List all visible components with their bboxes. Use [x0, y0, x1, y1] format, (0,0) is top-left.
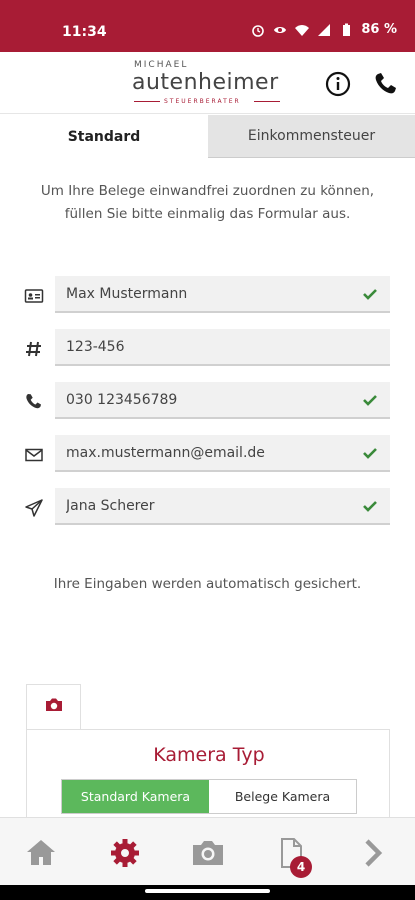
logo-line-left	[134, 101, 160, 102]
id-card-icon	[24, 289, 44, 303]
phone-call-icon[interactable]	[372, 70, 400, 98]
number-field-row	[0, 329, 415, 369]
camera-panel: Kamera Typ Standard Kamera Belege Kamera	[26, 729, 390, 819]
phone-field-row	[0, 382, 415, 422]
chevron-right-icon[interactable]	[356, 836, 390, 870]
number-input[interactable]	[66, 329, 346, 364]
camera-nav-icon[interactable]	[191, 836, 225, 870]
alarm-icon	[252, 24, 265, 37]
system-home-bar	[0, 885, 415, 900]
email-field-row	[0, 435, 415, 475]
phone-input[interactable]	[66, 382, 346, 417]
company-logo: MICHAEL autenheimer STEUERBERATER	[132, 60, 282, 108]
bottom-navigation: 4	[0, 817, 415, 885]
wifi-icon	[295, 24, 310, 36]
tab-standard[interactable]: Standard	[0, 115, 208, 158]
status-time: 11:34	[62, 24, 107, 40]
eye-icon	[274, 26, 287, 33]
check-icon	[363, 289, 377, 300]
camera-type-selector: Standard Kamera Belege Kamera	[61, 779, 357, 814]
logo-line-right	[254, 101, 280, 102]
logo-sub-text: STEUERBERATER	[164, 98, 241, 105]
logo-main-text: autenheimer	[132, 70, 279, 95]
check-icon	[363, 395, 377, 406]
advisor-field-row	[0, 488, 415, 528]
receipt-camera-option[interactable]: Belege Kamera	[209, 780, 356, 813]
camera-icon	[46, 698, 62, 711]
number-field[interactable]	[55, 329, 390, 366]
check-icon	[363, 501, 377, 512]
advisor-field[interactable]	[55, 488, 390, 525]
tab-einkommensteuer[interactable]: Einkommensteuer	[208, 115, 415, 158]
autosave-note: Ihre Eingaben werden automatisch gesiche…	[53, 576, 362, 592]
form-tabs: Standard Einkommensteuer	[0, 115, 415, 158]
phone-field[interactable]	[55, 382, 390, 419]
name-field[interactable]	[55, 276, 390, 313]
status-icons: 86 %	[251, 22, 397, 37]
email-input[interactable]	[66, 435, 346, 470]
documents-badge: 4	[290, 856, 312, 878]
app-header: MICHAEL autenheimer STEUERBERATER	[0, 52, 415, 114]
home-indicator[interactable]	[145, 889, 270, 893]
send-icon	[25, 499, 43, 517]
logo-top-text: MICHAEL	[134, 60, 189, 70]
battery-icon	[343, 23, 351, 36]
camera-tab[interactable]	[26, 684, 81, 730]
battery-percent: 86 %	[361, 22, 397, 37]
status-bar: 11:34 86 %	[0, 0, 415, 52]
info-icon[interactable]	[324, 70, 352, 98]
check-icon	[363, 448, 377, 459]
name-field-row	[0, 276, 415, 316]
name-input[interactable]	[66, 276, 346, 311]
mail-icon	[25, 448, 43, 462]
camera-type-title: Kamera Typ	[153, 744, 265, 766]
standard-camera-option[interactable]: Standard Kamera	[62, 780, 209, 813]
settings-gear-icon[interactable]	[108, 836, 142, 870]
signal-icon	[318, 23, 331, 36]
intro-text: Um Ihre Belege einwandfrei zuordnen zu k…	[40, 183, 375, 222]
advisor-input[interactable]	[66, 488, 346, 523]
email-field[interactable]	[55, 435, 390, 472]
documents-nav[interactable]: 4	[274, 836, 312, 878]
hash-icon	[26, 341, 41, 357]
phone-icon	[26, 394, 41, 409]
home-icon[interactable]	[24, 836, 58, 870]
